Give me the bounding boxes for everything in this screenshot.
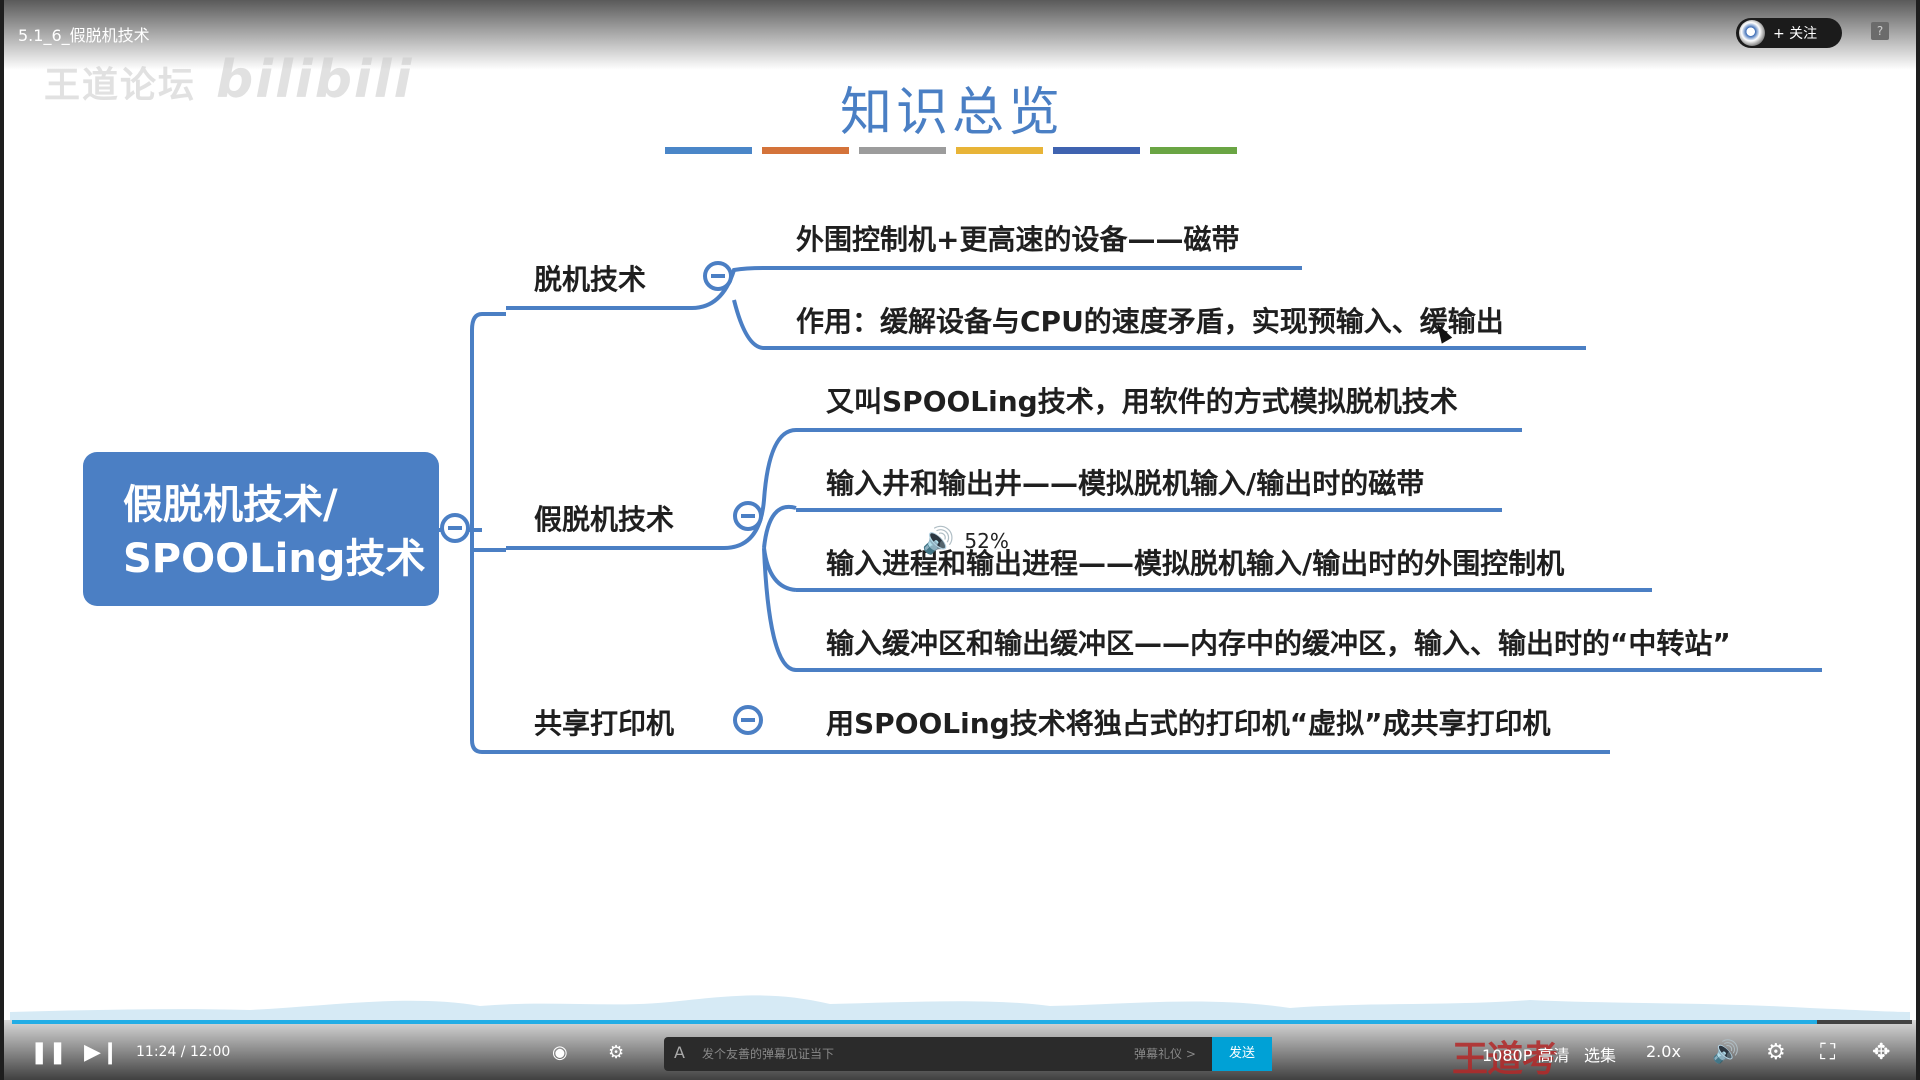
next-icon[interactable]: ▶❙ xyxy=(84,1040,119,1065)
root-line-1: 假脱机技术/ xyxy=(123,482,338,528)
volume-icon[interactable]: 🔊 xyxy=(1712,1040,1739,1065)
speaker-icon: 🔊 xyxy=(922,526,955,556)
leaf-spooling-2[interactable]: 输入井和输出井——模拟脱机输入/输出时的磁带 xyxy=(826,462,1424,502)
danmaku-input[interactable]: 发个友善的弹幕见证当下 xyxy=(702,1045,834,1062)
danmaku-etiquette-link[interactable]: 弹幕礼仪 > xyxy=(1134,1045,1196,1062)
leaf-printer-1[interactable]: 用SPOOLing技术将独占式的打印机“虚拟”成共享打印机 xyxy=(826,702,1551,742)
settings-icon[interactable]: ⚙ xyxy=(1766,1040,1786,1065)
root-line-2: SPOOLing技术 xyxy=(123,536,426,582)
branch-spooling[interactable]: 假脱机技术 xyxy=(534,498,674,538)
leaf-spooling-4[interactable]: 输入缓冲区和输出缓冲区——内存中的缓冲区，输入、输出时的“中转站” xyxy=(826,622,1731,662)
volume-percent: 52% xyxy=(964,529,1009,553)
send-button[interactable]: 发送 xyxy=(1212,1037,1272,1071)
volume-tooltip: 🔊 52% xyxy=(922,526,1009,556)
danmaku-toggle-icon[interactable]: ◉ xyxy=(552,1042,568,1063)
speed-button[interactable]: 2.0x xyxy=(1646,1042,1681,1061)
font-style-icon[interactable]: A xyxy=(674,1043,685,1062)
leaf-offline-1[interactable]: 外围控制机+更高速的设备——磁带 xyxy=(796,218,1239,258)
danmaku-settings-icon[interactable]: ⚙ xyxy=(608,1042,624,1063)
branch-curves xyxy=(723,428,797,672)
leaf-spooling-1[interactable]: 又叫SPOOLing技术，用软件的方式模拟脱机技术 xyxy=(826,380,1458,420)
pause-icon[interactable]: ❚❚ xyxy=(30,1040,67,1065)
episodes-button[interactable]: 选集 xyxy=(1584,1042,1616,1066)
time-display: 11:24 / 12:00 xyxy=(136,1044,231,1060)
trunk-line xyxy=(470,312,483,754)
fullscreen-icon[interactable]: ⛶ xyxy=(1820,1040,1835,1065)
quality-button[interactable]: 1080P 高清 xyxy=(1482,1042,1569,1066)
branch-shared-printer[interactable]: 共享打印机 xyxy=(534,702,674,742)
video-frame[interactable]: 5.1_6_假脱机技术 王道论坛 bilibili + 关注 ? 知识总览 假脱… xyxy=(4,0,1916,1080)
branch-offline[interactable]: 脱机技术 xyxy=(534,258,646,298)
danmaku-box[interactable]: A 发个友善的弹幕见证当下 弹幕礼仪 > xyxy=(664,1037,1272,1071)
webfullscreen-icon[interactable]: ✥ xyxy=(1872,1040,1890,1065)
progress-fill xyxy=(12,1020,1817,1024)
mindmap-root[interactable]: 假脱机技术/ SPOOLing技术 xyxy=(83,452,439,606)
leaf-offline-2[interactable]: 作用：缓解设备与CPU的速度矛盾，实现预输入、缓输出 xyxy=(796,300,1504,340)
progress-waveform xyxy=(10,995,1910,1020)
